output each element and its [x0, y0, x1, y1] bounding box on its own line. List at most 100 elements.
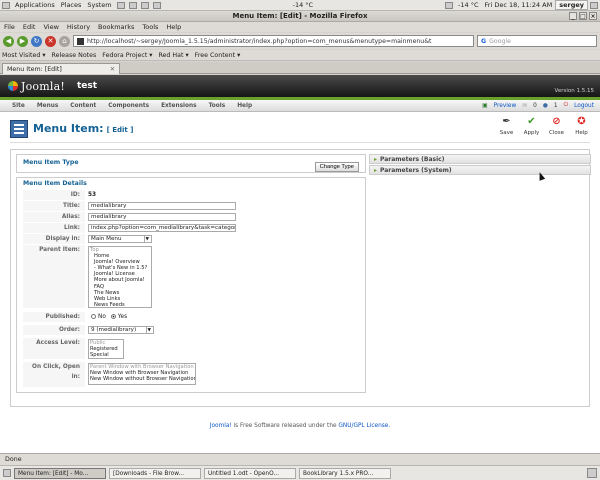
- reload-icon[interactable]: ↻: [31, 35, 42, 47]
- system-menu[interactable]: System: [84, 1, 114, 9]
- browser-launcher-icon[interactable]: [116, 1, 125, 9]
- apply-check-icon: ✔: [527, 116, 536, 127]
- help-button[interactable]: ✪ Help: [573, 115, 590, 136]
- parent-item-listbox[interactable]: Top Home Joomla! Overview - What's New i…: [88, 246, 152, 308]
- row-id: ID: 53: [23, 190, 359, 201]
- forward-icon[interactable]: ▶: [17, 35, 28, 47]
- menu-history[interactable]: History: [63, 23, 94, 31]
- tab-menu-item-edit[interactable]: Menu Item: [Edit] ✕: [2, 63, 120, 74]
- access-level-listbox[interactable]: Public Registered Special: [88, 339, 124, 359]
- terminal-launcher-icon[interactable]: [140, 1, 149, 9]
- license-link[interactable]: GNU/GPL License.: [338, 423, 390, 429]
- preview-icon[interactable]: ▣: [482, 103, 487, 109]
- apply-button[interactable]: ✔ Apply: [523, 115, 540, 136]
- logout-link[interactable]: Logout: [574, 103, 594, 109]
- admin-menu-extensions[interactable]: Extensions: [155, 103, 203, 109]
- logout-icon[interactable]: ⏻: [564, 102, 569, 109]
- menu-tools[interactable]: Tools: [138, 23, 162, 31]
- row-access-level: Access Level: Public Registered Special: [23, 338, 359, 360]
- trash-icon[interactable]: [587, 468, 597, 478]
- published-yes-label: Yes: [117, 314, 128, 320]
- menu-bookmarks[interactable]: Bookmarks: [94, 23, 138, 31]
- menu-file[interactable]: File: [0, 23, 19, 31]
- url-input[interactable]: http://localhost/~sergey/Joomla_1.5.15/a…: [73, 35, 474, 47]
- messages-count[interactable]: 0: [533, 103, 537, 109]
- menu-item-details-fieldset: Menu Item Details ID: 53 Title: medialib…: [16, 177, 366, 393]
- menu-help[interactable]: Help: [162, 23, 185, 31]
- on-click-label: On Click, Open in:: [23, 362, 85, 387]
- home-icon[interactable]: ⌂: [59, 35, 70, 47]
- foot-icon: [2, 1, 10, 9]
- clock[interactable]: Fri Dec 18, 11:24 AM: [482, 1, 556, 9]
- messages-icon[interactable]: ✉: [522, 103, 527, 109]
- power-icon[interactable]: [590, 1, 599, 9]
- admin-menu-tools[interactable]: Tools: [203, 103, 232, 109]
- status-text: Done: [5, 456, 22, 463]
- close-tab-icon[interactable]: ✕: [110, 66, 115, 73]
- parent-item-label: Parent Item:: [23, 245, 85, 308]
- bookmark-fedora-project[interactable]: Fedora Project ▾: [102, 52, 152, 59]
- admin-menu-menus[interactable]: Menus: [31, 103, 64, 109]
- link-field[interactable]: index.php?option=com_medialibrary&task=c…: [88, 224, 236, 232]
- users-icon[interactable]: ●: [543, 103, 548, 109]
- parent-option[interactable]: More about Joomla!: [90, 277, 150, 283]
- site-name: test: [76, 81, 98, 91]
- save-button[interactable]: ✒ Save: [498, 115, 515, 136]
- places-menu[interactable]: Places: [58, 1, 85, 9]
- title-field[interactable]: medialibrary: [88, 202, 236, 210]
- weather-right[interactable]: -14 °C: [455, 1, 481, 9]
- on-click-listbox[interactable]: Parent Window with Browser Navigation Ne…: [88, 363, 196, 385]
- stop-icon[interactable]: ✕: [45, 35, 56, 47]
- parameters-basic-toggle[interactable]: ▸ Parameters (Basic): [369, 154, 591, 164]
- taskbar-item-firefox[interactable]: Menu Item: [Edit] - Mo...: [14, 467, 106, 479]
- link-label: Link:: [23, 223, 85, 233]
- parent-option[interactable]: News Feeds: [90, 302, 150, 307]
- chevron-down-icon: ▼: [143, 235, 149, 243]
- applications-menu[interactable]: Applications: [12, 1, 58, 9]
- menu-item-type-fieldset: Menu Item Type Change Type: [16, 154, 366, 173]
- display-in-select[interactable]: Main Menu ▼: [88, 235, 152, 243]
- network-icon[interactable]: [445, 1, 454, 9]
- published-no-radio[interactable]: [91, 314, 96, 319]
- back-icon[interactable]: ◀: [3, 35, 14, 47]
- bookmark-free-content[interactable]: Free Content ▾: [195, 52, 241, 59]
- show-desktop-icon[interactable]: [3, 469, 11, 477]
- published-yes-radio[interactable]: [110, 314, 116, 319]
- weather-mid[interactable]: -14 °C: [290, 1, 316, 9]
- mail-launcher-icon[interactable]: [128, 1, 137, 9]
- users-count[interactable]: 1: [554, 103, 558, 109]
- maximize-icon[interactable]: □: [579, 12, 587, 20]
- edit-form-container: Menu Item Type Change Type Menu Item Det…: [10, 149, 591, 407]
- order-select[interactable]: 9 (medialibrary) ▼: [88, 326, 154, 334]
- taskbar-item-openoffice[interactable]: Untitled 1.odt - OpenO...: [204, 467, 296, 479]
- editor-launcher-icon[interactable]: [152, 1, 161, 9]
- parameters-system-toggle[interactable]: ▸ Parameters (System): [369, 165, 591, 175]
- bookmarks-toolbar: Most Visited ▾ Release Notes Fedora Proj…: [0, 50, 600, 61]
- taskbar-item-file-browser[interactable]: [Downloads - File Brow...: [109, 467, 201, 479]
- joomla-footer-link[interactable]: Joomla!: [210, 423, 232, 429]
- admin-menu-site[interactable]: Site: [6, 103, 31, 109]
- close-button[interactable]: ⊘ Close: [548, 115, 565, 136]
- menu-edit[interactable]: Edit: [19, 23, 40, 31]
- minimize-icon[interactable]: _: [569, 12, 577, 20]
- page-title: Menu Item:[ Edit ]: [33, 122, 134, 135]
- menu-view[interactable]: View: [39, 23, 62, 31]
- admin-menu-content[interactable]: Content: [64, 103, 102, 109]
- admin-menu-components[interactable]: Components: [102, 103, 155, 109]
- menu-item-icon: [10, 119, 28, 138]
- bookmark-red-hat[interactable]: Red Hat ▾: [158, 52, 188, 59]
- user-switcher[interactable]: sergey: [555, 0, 589, 10]
- access-option[interactable]: Special: [90, 352, 122, 358]
- bookmark-release-notes[interactable]: Release Notes: [52, 52, 97, 59]
- on-click-option[interactable]: New Window without Browser Navigation: [90, 376, 195, 382]
- alias-field[interactable]: medialibrary: [88, 213, 236, 221]
- search-input[interactable]: G Google: [477, 35, 597, 47]
- form-left-column: Menu Item Type Change Type Menu Item Det…: [16, 154, 366, 397]
- bookmark-most-visited[interactable]: Most Visited ▾: [2, 52, 46, 59]
- taskbar-item-booklibrary[interactable]: BookLibrary 1.5.x PRO...: [299, 467, 391, 479]
- admin-menu-help[interactable]: Help: [231, 103, 258, 109]
- admin-menu: Site Menus Content Components Extensions…: [0, 100, 600, 112]
- change-type-button[interactable]: Change Type: [314, 162, 359, 172]
- preview-link[interactable]: Preview: [494, 103, 517, 109]
- close-window-icon[interactable]: ×: [589, 12, 597, 20]
